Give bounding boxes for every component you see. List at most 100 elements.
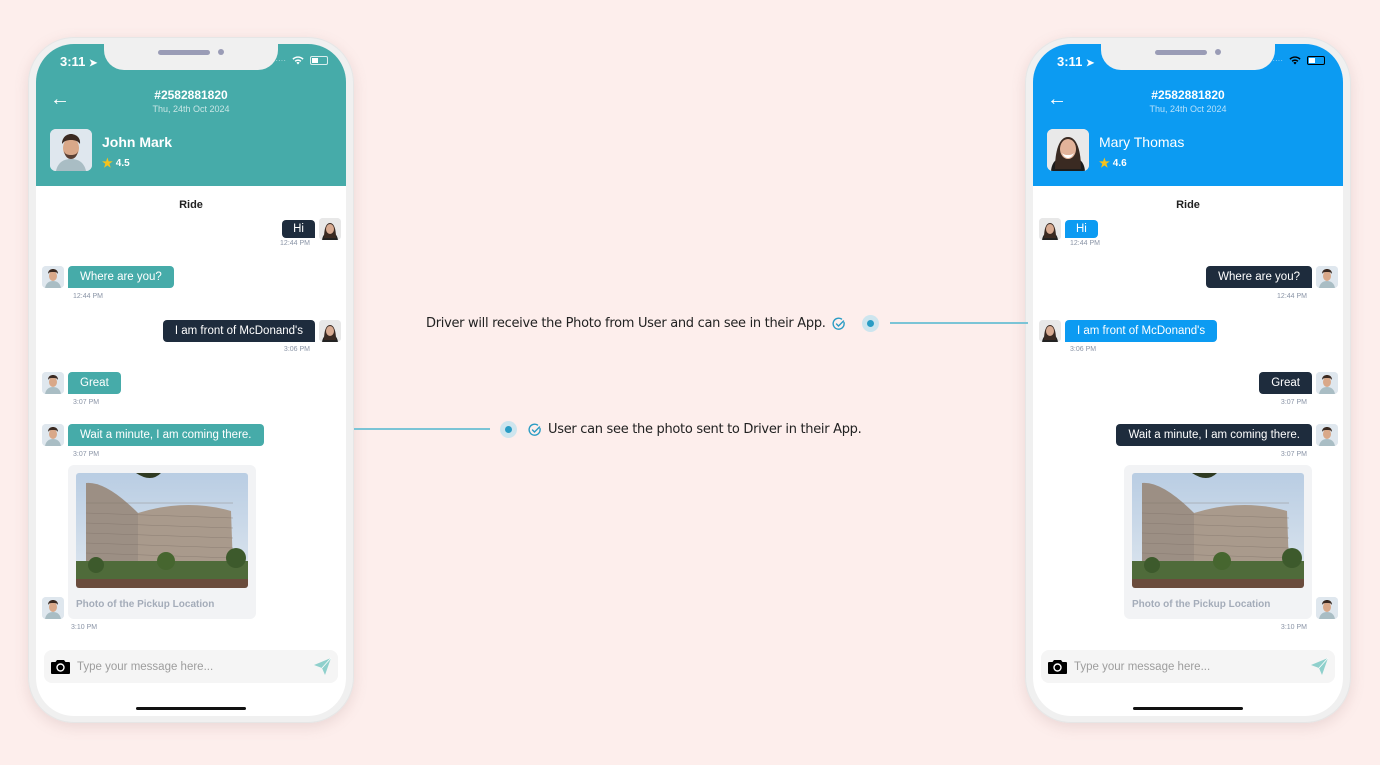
send-icon[interactable] bbox=[1310, 657, 1329, 676]
message-bubble: Hi bbox=[282, 220, 315, 238]
sender-avatar bbox=[1039, 320, 1061, 342]
connector-dot bbox=[500, 421, 517, 438]
sender-avatar bbox=[319, 218, 341, 240]
message-bubble: Hi bbox=[1065, 220, 1098, 238]
status-time: 3:11 ➤ bbox=[1057, 54, 1094, 69]
user-phone-screen: 3:11 ➤ ···· ← #2582881820 Thu, 24th Oct … bbox=[1033, 44, 1343, 716]
chat-message: Where are you? bbox=[42, 266, 174, 288]
chat-message: I am front of McDonand's bbox=[162, 320, 341, 342]
driver-phone-frame: 3:11 ➤ ···· ← #2582881820 Thu, 24th Oct … bbox=[28, 37, 354, 723]
sender-avatar bbox=[42, 266, 64, 288]
wifi-icon bbox=[292, 56, 304, 65]
status-icons: ···· bbox=[1272, 56, 1325, 65]
connector-line bbox=[354, 428, 490, 430]
battery-icon bbox=[1307, 56, 1325, 65]
contact-avatar[interactable] bbox=[50, 129, 92, 171]
wifi-icon bbox=[1289, 56, 1301, 65]
check-circle-icon bbox=[528, 423, 541, 436]
driver-phone-screen: 3:11 ➤ ···· ← #2582881820 Thu, 24th Oct … bbox=[36, 44, 346, 716]
chat-message: Great bbox=[1259, 372, 1338, 394]
photo-message[interactable]: Photo of the Pickup Location bbox=[1124, 465, 1312, 619]
annotation-driver-receives: Driver will receive the Photo from User … bbox=[426, 316, 846, 331]
connector-line bbox=[890, 322, 1028, 324]
message-time: 3:10 PM bbox=[71, 624, 98, 631]
section-label: Ride bbox=[179, 199, 203, 211]
status-icons: ···· bbox=[275, 56, 328, 65]
message-input[interactable] bbox=[1074, 657, 1294, 677]
message-bubble: I am front of McDonand's bbox=[162, 320, 315, 342]
contact-name: John Mark bbox=[102, 134, 173, 150]
message-time: 3:07 PM bbox=[1280, 451, 1307, 458]
annotation-text: User can see the photo sent to Driver in… bbox=[548, 422, 862, 437]
front-camera bbox=[1215, 49, 1221, 55]
home-indicator[interactable] bbox=[136, 707, 246, 710]
message-bubble: Great bbox=[68, 372, 121, 394]
send-icon[interactable] bbox=[313, 657, 332, 676]
connector-dot bbox=[862, 315, 879, 332]
user-phone-frame: 3:11 ➤ ···· ← #2582881820 Thu, 24th Oct … bbox=[1025, 37, 1351, 723]
message-time: 3:10 PM bbox=[1280, 624, 1307, 631]
chat-header: 3:11 ➤ ···· ← #2582881820 Thu, 24th Oct … bbox=[1033, 44, 1343, 186]
camera-icon[interactable] bbox=[51, 659, 70, 674]
message-time: 12:44 PM bbox=[73, 293, 103, 300]
signal-icon: ···· bbox=[275, 56, 286, 65]
star-icon: ★ bbox=[1099, 156, 1110, 170]
photo-message[interactable]: Photo of the Pickup Location bbox=[68, 465, 256, 619]
location-arrow-icon: ➤ bbox=[88, 58, 98, 69]
photo-caption: Photo of the Pickup Location bbox=[76, 599, 215, 610]
pickup-location-photo[interactable] bbox=[76, 473, 248, 588]
chat-message: Hi bbox=[1039, 218, 1098, 240]
message-composer bbox=[44, 650, 338, 683]
message-composer bbox=[1041, 650, 1335, 683]
photo-caption: Photo of the Pickup Location bbox=[1132, 599, 1271, 610]
chat-message: Great bbox=[42, 372, 121, 394]
sender-avatar bbox=[42, 597, 64, 619]
order-number: #2582881820 bbox=[154, 88, 228, 102]
phone-notch bbox=[1101, 44, 1275, 70]
chat-message: Wait a minute, I am coming there. bbox=[42, 424, 264, 446]
camera-icon[interactable] bbox=[1048, 659, 1067, 674]
message-bubble: Where are you? bbox=[1206, 266, 1312, 288]
contact-avatar[interactable] bbox=[1047, 129, 1089, 171]
status-time: 3:11 ➤ bbox=[60, 54, 97, 69]
section-label: Ride bbox=[1176, 199, 1200, 211]
status-time-text: 3:11 bbox=[60, 54, 86, 69]
home-indicator[interactable] bbox=[1133, 707, 1243, 710]
chat-header: 3:11 ➤ ···· ← #2582881820 Thu, 24th Oct … bbox=[36, 44, 346, 186]
rating-value: 4.6 bbox=[1112, 157, 1127, 169]
phone-notch bbox=[104, 44, 278, 70]
order-number: #2582881820 bbox=[1151, 88, 1225, 102]
message-time: 3:07 PM bbox=[73, 399, 100, 406]
message-bubble: Where are you? bbox=[68, 266, 174, 288]
signal-icon: ···· bbox=[1272, 56, 1283, 65]
chat-message: Where are you? bbox=[1206, 266, 1338, 288]
annotation-text: Driver will receive the Photo from User … bbox=[426, 316, 826, 331]
message-bubble: Great bbox=[1259, 372, 1312, 394]
location-arrow-icon: ➤ bbox=[1085, 58, 1095, 69]
message-bubble: Wait a minute, I am coming there. bbox=[1116, 424, 1312, 446]
message-time: 3:06 PM bbox=[1070, 346, 1097, 353]
message-bubble: Wait a minute, I am coming there. bbox=[68, 424, 264, 446]
order-date: Thu, 24th Oct 2024 bbox=[152, 104, 230, 114]
chat-message: Wait a minute, I am coming there. bbox=[1116, 424, 1338, 446]
check-circle-icon bbox=[832, 317, 845, 330]
sender-avatar bbox=[1316, 372, 1338, 394]
battery-icon bbox=[310, 56, 328, 65]
front-camera bbox=[218, 49, 224, 55]
star-icon: ★ bbox=[102, 156, 113, 170]
sender-avatar bbox=[1039, 218, 1061, 240]
message-time: 12:44 PM bbox=[1070, 240, 1100, 247]
message-input[interactable] bbox=[77, 657, 297, 677]
message-bubble: I am front of McDonand's bbox=[1065, 320, 1218, 342]
rating-value: 4.5 bbox=[115, 157, 130, 169]
sender-avatar bbox=[42, 372, 64, 394]
chat-message: I am front of McDonand's bbox=[1039, 320, 1218, 342]
sender-avatar bbox=[1316, 424, 1338, 446]
message-time: 12:44 PM bbox=[280, 240, 310, 247]
sender-avatar bbox=[42, 424, 64, 446]
speaker-grille bbox=[158, 50, 210, 55]
sender-avatar bbox=[319, 320, 341, 342]
chat-message: Hi bbox=[282, 218, 341, 240]
speaker-grille bbox=[1155, 50, 1207, 55]
pickup-location-photo[interactable] bbox=[1132, 473, 1304, 588]
